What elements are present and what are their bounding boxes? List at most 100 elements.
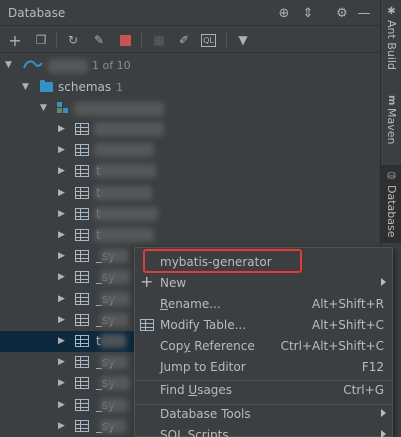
menu-item-shortcut: F12 <box>361 360 384 374</box>
table-icon <box>75 335 89 347</box>
redacted-text <box>100 270 130 284</box>
expand-arrow-icon[interactable]: ▶ <box>58 166 68 176</box>
table-icon <box>75 187 89 199</box>
table-icon <box>75 144 89 156</box>
add-icon[interactable]: + <box>6 31 24 50</box>
properties-icon[interactable]: ✎ <box>90 31 108 49</box>
menu-item-label: Find Usages <box>160 383 233 397</box>
tool-window-title: Database <box>8 6 66 20</box>
filter-icon[interactable]: ▼ <box>234 31 252 49</box>
expand-arrow-icon[interactable]: ▶ <box>58 336 68 346</box>
table-row[interactable]: ▶t <box>0 183 380 204</box>
menu-item-rename[interactable]: Rename... Alt+Shift+R <box>135 293 392 315</box>
expand-arrow-icon[interactable]: ▶ <box>58 294 68 304</box>
menu-item-shortcut: Ctrl+Alt+Shift+C <box>280 339 384 353</box>
table-icon <box>75 208 89 220</box>
table-row[interactable]: ▶ <box>0 119 380 140</box>
mysql-connection-icon <box>22 58 44 72</box>
expand-arrow-icon[interactable]: ▼ <box>40 103 50 113</box>
maven-tab[interactable]: m Maven <box>381 95 401 145</box>
redacted-text <box>100 249 128 263</box>
hide-icon[interactable]: — <box>355 4 373 22</box>
table-icon <box>75 250 89 262</box>
ant-build-label: Ant Build <box>385 20 398 70</box>
redacted-text <box>100 292 130 306</box>
database-tab-label: Database <box>385 185 398 238</box>
menu-item-copy-reference[interactable]: Copy Reference Ctrl+Alt+Shift+C <box>135 335 392 357</box>
schemas-count: 1 <box>116 81 123 94</box>
expand-arrow-icon[interactable]: ▶ <box>58 230 68 240</box>
menu-item-modify-table[interactable]: Modify Table... Alt+Shift+C <box>135 314 392 336</box>
connection-count: 1 of 10 <box>92 59 131 72</box>
submenu-arrow-icon <box>381 430 386 437</box>
expand-arrow-icon[interactable]: ▶ <box>58 124 68 134</box>
copy-icon[interactable]: ❐ <box>32 31 50 49</box>
table-icon <box>75 165 89 177</box>
context-menu: mybatis-generator + New Rename... Alt+Sh… <box>134 247 393 437</box>
expand-arrow-icon[interactable]: ▶ <box>58 145 68 155</box>
menu-item-new[interactable]: + New <box>135 272 392 294</box>
expand-arrow-icon[interactable]: ▶ <box>58 272 68 282</box>
submenu-arrow-icon <box>381 409 386 417</box>
redacted-text <box>94 207 158 221</box>
table-icon <box>75 123 89 135</box>
crosshair-icon[interactable]: ⊕ <box>275 4 293 22</box>
menu-item-database-tools[interactable]: Database Tools <box>135 403 392 425</box>
menu-item-label: Copy Reference <box>160 339 255 353</box>
sql-icon[interactable]: QL <box>201 34 216 47</box>
redacted-text <box>100 355 128 369</box>
tree-row-schemas[interactable]: ▼ schemas 1 <box>0 77 380 98</box>
redacted-text <box>100 313 128 327</box>
menu-item-label: Rename... <box>160 297 221 311</box>
highlight-annotation <box>143 249 302 273</box>
expand-arrow-icon[interactable]: ▼ <box>22 82 32 92</box>
toolbar-separator <box>226 32 227 48</box>
ant-build-tab[interactable]: ✱ Ant Build <box>381 6 401 70</box>
toolbar-separator <box>141 32 142 48</box>
edit-icon[interactable]: ✐ <box>175 31 193 49</box>
expand-arrow-icon[interactable]: ▶ <box>58 400 68 410</box>
menu-item-label: New <box>160 276 187 290</box>
ant-icon: ✱ <box>386 6 397 17</box>
table-icon <box>75 293 89 305</box>
refresh-icon[interactable]: ↻ <box>64 31 82 49</box>
gear-icon[interactable]: ⚙ <box>333 4 351 22</box>
table-row[interactable]: ▶t <box>0 204 380 225</box>
menu-item-label: Modify Table... <box>160 318 247 332</box>
menu-item-jump-to-editor[interactable]: Jump to Editor F12 <box>135 356 392 378</box>
expand-arrow-icon[interactable]: ▶ <box>58 357 68 367</box>
redacted-text <box>94 186 152 200</box>
expand-arrow-icon[interactable]: ▶ <box>58 188 68 198</box>
schema-icon <box>57 102 69 114</box>
expand-arrow-icon[interactable]: ▶ <box>58 421 68 431</box>
table-icon <box>75 229 89 241</box>
table-icon <box>75 420 89 432</box>
menu-item-label: Database Tools <box>160 407 251 421</box>
maven-icon: m <box>386 95 397 106</box>
collapse-icon[interactable]: ⇕ <box>299 4 317 22</box>
folder-icon <box>40 80 53 92</box>
table-row[interactable]: ▶ <box>0 140 380 161</box>
tree-row-connection[interactable]: ▼ 1 of 10 <box>0 55 380 76</box>
stop-icon[interactable] <box>116 31 134 49</box>
table-icon <box>75 377 89 389</box>
table-row[interactable]: ▶t <box>0 161 380 182</box>
expand-arrow-icon[interactable]: ▶ <box>58 315 68 325</box>
redacted-text <box>94 143 154 157</box>
table-icon[interactable]: ▦ <box>150 31 168 49</box>
database-tab[interactable]: ⛁ Database <box>381 165 401 243</box>
table-row[interactable]: ▶t <box>0 225 380 246</box>
expand-arrow-icon[interactable]: ▼ <box>5 60 15 70</box>
expand-arrow-icon[interactable]: ▶ <box>58 209 68 219</box>
redacted-text <box>100 398 128 412</box>
menu-item-label: SQL Scripts <box>160 428 229 437</box>
expand-arrow-icon[interactable]: ▶ <box>58 251 68 261</box>
redacted-text <box>100 334 126 348</box>
expand-arrow-icon[interactable]: ▶ <box>58 378 68 388</box>
tree-row-schema[interactable]: ▼ <box>0 98 380 119</box>
tool-window-header: Database ⊕ ⇕ ⚙ — <box>0 0 380 26</box>
menu-item-sql-scripts[interactable]: SQL Scripts <box>135 424 392 437</box>
menu-item-find-usages[interactable]: Find Usages Ctrl+G <box>135 379 392 401</box>
menu-item-label: Jump to Editor <box>160 360 246 374</box>
redacted-text <box>94 228 154 242</box>
